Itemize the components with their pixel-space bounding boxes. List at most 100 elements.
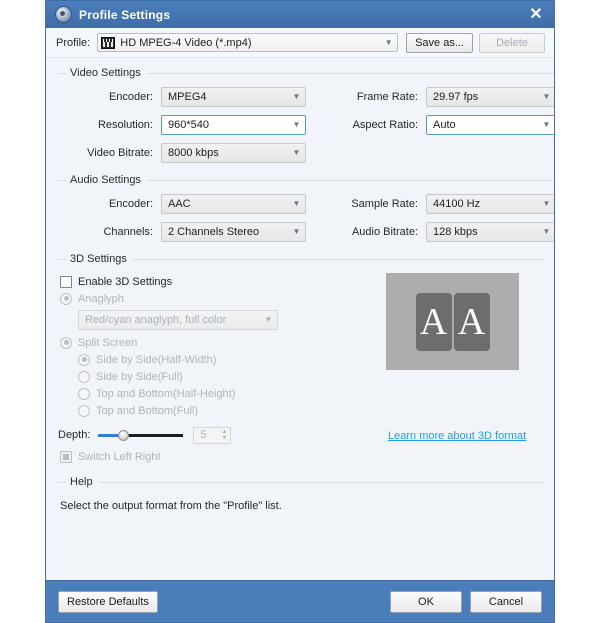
video-settings-title-row: Video Settings bbox=[56, 66, 554, 80]
frame-rate-label: Frame Rate: bbox=[356, 91, 418, 103]
video-bitrate-select[interactable]: 8000 kbps ▼ bbox=[161, 143, 306, 163]
disc-icon bbox=[55, 6, 72, 23]
video-bitrate-label: Video Bitrate: bbox=[87, 147, 153, 159]
three-d-settings-group: 3D Settings Enable 3D Settings Anaglyph bbox=[56, 252, 544, 465]
radio-icon bbox=[60, 292, 72, 305]
anaglyph-radio-row: Anaglyph bbox=[60, 290, 376, 307]
audio-bitrate-label: Audio Bitrate: bbox=[351, 226, 418, 238]
channels-select[interactable]: 2 Channels Stereo ▼ bbox=[161, 222, 306, 242]
radio-icon bbox=[78, 404, 90, 417]
chevron-down-icon: ▼ bbox=[264, 315, 273, 324]
chevron-down-icon: ▼ bbox=[542, 120, 551, 129]
close-icon[interactable]: ✕ bbox=[526, 6, 546, 23]
audio-encoder-select[interactable]: AAC ▼ bbox=[161, 194, 306, 214]
depth-slider[interactable] bbox=[98, 428, 184, 442]
dialog-footer: Restore Defaults OK Cancel bbox=[46, 580, 554, 622]
checkbox-icon[interactable] bbox=[60, 275, 72, 288]
split-option-2-row: Top and Bottom(Half-Height) bbox=[78, 385, 376, 402]
depth-stepper: 5 ▲ ▼ bbox=[193, 426, 232, 444]
chevron-down-icon: ▼ bbox=[384, 37, 393, 47]
audio-settings-title-row: Audio Settings bbox=[56, 173, 554, 187]
chevron-down-icon: ▼ bbox=[292, 120, 301, 129]
chevron-down-icon: ▼ bbox=[542, 92, 551, 101]
anaglyph-label: Anaglyph bbox=[78, 292, 124, 305]
preview-pane-right: A bbox=[453, 292, 490, 351]
depth-label: Depth: bbox=[58, 429, 91, 441]
sample-rate-label: Sample Rate: bbox=[351, 198, 418, 210]
enable-3d-label: Enable 3D Settings bbox=[78, 275, 173, 288]
audio-encoder-value: AAC bbox=[168, 198, 191, 210]
checkbox-icon bbox=[60, 450, 72, 463]
resolution-label: Resolution: bbox=[97, 119, 153, 131]
channels-value: 2 Channels Stereo bbox=[168, 226, 260, 238]
help-title: Help bbox=[70, 476, 93, 488]
resolution-select[interactable]: 960*540 ▼ bbox=[161, 115, 306, 135]
split-option-0-label: Side by Side(Half-Width) bbox=[96, 353, 217, 366]
radio-icon bbox=[78, 387, 90, 400]
three-d-preview: A A bbox=[386, 273, 519, 370]
chevron-down-icon: ▼ bbox=[542, 199, 551, 208]
sample-rate-value: 44100 Hz bbox=[433, 198, 481, 210]
profile-bar: Profile: HD MPEG-4 Video (*.mp4) ▼ Save … bbox=[46, 28, 554, 58]
help-title-row: Help bbox=[56, 475, 544, 489]
delete-button: Delete bbox=[479, 32, 545, 53]
save-as-button[interactable]: Save as... bbox=[406, 32, 473, 53]
video-file-icon bbox=[101, 36, 116, 49]
help-text: Select the output format from the "Profi… bbox=[60, 500, 282, 512]
video-settings-title: Video Settings bbox=[70, 67, 141, 79]
audio-bitrate-select[interactable]: 128 kbps ▼ bbox=[426, 222, 554, 242]
depth-value: 5 bbox=[200, 429, 207, 441]
split-option-2-label: Top and Bottom(Half-Height) bbox=[96, 387, 236, 400]
profile-settings-dialog: Profile Settings ✕ Profile: HD MPEG-4 Vi… bbox=[45, 0, 555, 623]
profile-select[interactable]: HD MPEG-4 Video (*.mp4) ▼ bbox=[97, 33, 399, 52]
chevron-down-icon: ▼ bbox=[292, 199, 301, 208]
split-option-0-row: Side by Side(Half-Width) bbox=[78, 351, 376, 368]
audio-settings-group: Audio Settings Encoder: AAC ▼ Sample Rat… bbox=[56, 173, 554, 242]
depth-slider-handle[interactable] bbox=[118, 430, 130, 441]
chevron-down-icon: ▼ bbox=[292, 227, 301, 236]
frame-rate-select[interactable]: 29.97 fps ▼ bbox=[426, 87, 554, 107]
three-d-settings-title-row: 3D Settings bbox=[56, 252, 544, 266]
split-option-1-row: Side by Side(Full) bbox=[78, 368, 376, 385]
window-title: Profile Settings bbox=[79, 7, 171, 22]
split-screen-label: Split Screen bbox=[78, 336, 138, 349]
profile-label: Profile: bbox=[56, 36, 91, 49]
enable-3d-checkbox-row[interactable]: Enable 3D Settings bbox=[60, 273, 376, 290]
split-option-3-row: Top and Bottom(Full) bbox=[78, 402, 376, 419]
learn-more-3d-link[interactable]: Learn more about 3D format bbox=[388, 430, 526, 442]
video-encoder-value: MPEG4 bbox=[168, 91, 207, 103]
restore-defaults-button[interactable]: Restore Defaults bbox=[58, 590, 158, 613]
anaglyph-mode-value: Red/cyan anaglyph, full color bbox=[85, 314, 227, 326]
aspect-ratio-label: Aspect Ratio: bbox=[352, 119, 418, 131]
audio-bitrate-value: 128 kbps bbox=[433, 226, 478, 238]
ok-button[interactable]: OK bbox=[390, 590, 462, 613]
split-option-1-label: Side by Side(Full) bbox=[96, 370, 183, 383]
split-option-3-label: Top and Bottom(Full) bbox=[96, 404, 199, 417]
audio-encoder-label: Encoder: bbox=[108, 198, 153, 210]
video-encoder-select[interactable]: MPEG4 ▼ bbox=[161, 87, 306, 107]
switch-left-right-label: Switch Left Right bbox=[78, 450, 161, 463]
channels-label: Channels: bbox=[103, 226, 153, 238]
profile-select-value: HD MPEG-4 Video (*.mp4) bbox=[120, 36, 252, 49]
audio-settings-title: Audio Settings bbox=[70, 174, 141, 186]
aspect-ratio-select[interactable]: Auto ▼ bbox=[426, 115, 554, 135]
cancel-button[interactable]: Cancel bbox=[470, 590, 542, 613]
anaglyph-mode-select: Red/cyan anaglyph, full color ▼ bbox=[78, 310, 278, 330]
split-screen-radio-row: Split Screen bbox=[60, 334, 376, 351]
switch-left-right-row: Switch Left Right bbox=[60, 448, 376, 465]
video-encoder-label: Encoder: bbox=[108, 91, 153, 103]
video-settings-group: Video Settings Encoder: MPEG4 ▼ Frame Ra… bbox=[56, 66, 554, 163]
chevron-down-icon: ▼ bbox=[542, 227, 551, 236]
frame-rate-value: 29.97 fps bbox=[433, 91, 479, 103]
depth-row: Depth: 5 ▲ ▼ bbox=[58, 426, 376, 444]
preview-pane-left: A bbox=[415, 292, 452, 351]
aspect-ratio-value: Auto bbox=[433, 119, 456, 131]
radio-icon bbox=[60, 336, 72, 349]
chevron-down-icon: ▼ bbox=[292, 92, 301, 101]
stepper-arrows-icon: ▲ ▼ bbox=[221, 429, 228, 441]
title-bar: Profile Settings ✕ bbox=[46, 1, 554, 28]
chevron-down-icon: ▼ bbox=[292, 148, 301, 157]
radio-icon bbox=[78, 370, 90, 383]
sample-rate-select[interactable]: 44100 Hz ▼ bbox=[426, 194, 554, 214]
radio-icon bbox=[78, 353, 90, 366]
